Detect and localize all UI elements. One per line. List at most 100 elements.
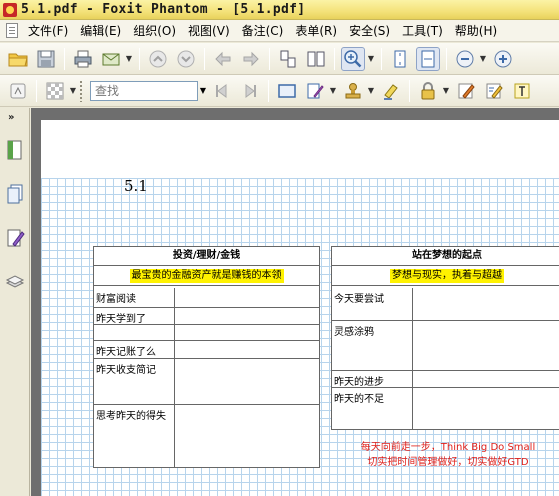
- secondary-toolbar: ▼ ▼ ▼ ▼ ▼: [0, 75, 559, 107]
- motto-line-2: 切实把时间管理做好，切实做好GTD: [367, 457, 529, 468]
- menu-view[interactable]: 视图(V): [182, 22, 236, 39]
- finance-table: 财富阅读 昨天学到了 昨天记账了么 昨天收支简记 思考昨天的得失: [94, 288, 319, 467]
- menu-comments[interactable]: 备注(C): [236, 22, 290, 39]
- typewriter-icon[interactable]: [510, 79, 534, 103]
- document-icon: [6, 23, 18, 38]
- pen-tool-icon[interactable]: [303, 79, 327, 103]
- motto-note: 每天向前走一步，Think Big Do Small 切实把时间管理做好，切实做…: [343, 440, 553, 470]
- menu-bar: 文件(F) 编辑(E) 组织(O) 视图(V) 备注(C) 表单(R) 安全(S…: [0, 20, 559, 42]
- expand-panel-icon[interactable]: »: [8, 112, 14, 123]
- finance-box-heading: 投资/理财/金钱: [94, 247, 319, 266]
- table-row: 昨天的进步: [332, 370, 559, 388]
- hand-tool-icon[interactable]: [6, 79, 30, 103]
- dream-box: 站在梦想的起点 梦想与现实，执着与超越 今天要尝试 灵感涂鸦 昨天的进步 昨天的…: [331, 246, 559, 430]
- table-row: 思考昨天的得失: [94, 404, 319, 422]
- zoom-in-icon[interactable]: [341, 46, 365, 71]
- menu-security[interactable]: 安全(S): [343, 22, 396, 39]
- dream-box-subtitle: 梦想与现实，执着与超越: [390, 268, 504, 283]
- toolbar-separator: [381, 47, 382, 70]
- toolbar-grip[interactable]: [79, 79, 83, 102]
- toolbar-separator: [204, 47, 205, 70]
- transparency-icon[interactable]: [43, 79, 67, 103]
- menu-help[interactable]: 帮助(H): [449, 22, 503, 39]
- toolbar-separator: [269, 47, 270, 70]
- text-box-icon[interactable]: [275, 79, 299, 103]
- row-label: 昨天记账了么: [96, 347, 156, 358]
- signatures-icon[interactable]: [3, 224, 27, 252]
- pages-thumbnail-icon[interactable]: [3, 180, 27, 208]
- go-back-icon[interactable]: [211, 47, 235, 71]
- pen-dropdown-icon[interactable]: ▼: [329, 79, 337, 103]
- row-label: 灵感涂鸦: [334, 327, 374, 338]
- find-previous-icon[interactable]: [210, 79, 234, 103]
- lock-dropdown-icon[interactable]: ▼: [442, 79, 450, 103]
- column-divider: [174, 288, 175, 467]
- title-bar: 5.1.pdf - Foxit Phantom - [5.1.pdf]: [0, 0, 559, 20]
- dream-table: 今天要尝试 灵感涂鸦 昨天的进步 昨天的不足: [332, 288, 559, 429]
- menu-organize[interactable]: 组织(O): [127, 22, 182, 39]
- table-row: 昨天的不足: [332, 387, 559, 405]
- row-label: 昨天收支简记: [96, 365, 156, 376]
- search-dropdown-icon[interactable]: ▼: [198, 81, 208, 101]
- stamp-dropdown-icon[interactable]: ▼: [367, 79, 375, 103]
- go-forward-icon[interactable]: [239, 47, 263, 71]
- zoom-out-icon[interactable]: [453, 47, 477, 71]
- page-title: 5.1: [124, 177, 148, 195]
- save-icon[interactable]: [34, 47, 58, 71]
- open-folder-icon[interactable]: [6, 47, 30, 71]
- row-label: 今天要尝试: [334, 294, 384, 305]
- row-label: 昨天学到了: [96, 314, 146, 325]
- single-page-icon[interactable]: [276, 47, 300, 71]
- toolbar-separator: [409, 79, 410, 102]
- finance-box: 投资/理财/金钱 最宝贵的金融资产就是赚钱的本领 财富阅读 昨天学到了 昨天记账…: [93, 246, 320, 468]
- bookmarks-icon[interactable]: [3, 136, 27, 164]
- dream-box-subtitle-row: 梦想与现实，执着与超越: [332, 266, 559, 286]
- menu-forms[interactable]: 表单(R): [289, 22, 343, 39]
- transparency-dropdown-icon[interactable]: ▼: [69, 79, 77, 103]
- stamp-icon[interactable]: [341, 79, 365, 103]
- lock-icon[interactable]: [416, 79, 440, 103]
- previous-page-icon[interactable]: [146, 47, 170, 71]
- toolbar-separator: [139, 47, 140, 70]
- next-page-icon[interactable]: [174, 47, 198, 71]
- row-label: 昨天的进步: [334, 377, 384, 388]
- foxit-app-icon: [3, 2, 17, 17]
- zoom-plus-icon[interactable]: [491, 47, 515, 71]
- zoom-out-dropdown-icon[interactable]: ▼: [479, 47, 487, 71]
- column-divider: [412, 288, 413, 429]
- edit-text-icon[interactable]: [482, 79, 506, 103]
- menu-file[interactable]: 文件(F): [22, 22, 74, 39]
- highlighter-icon[interactable]: [379, 79, 403, 103]
- email-dropdown-icon[interactable]: ▼: [125, 47, 133, 71]
- row-label: 昨天的不足: [334, 394, 384, 405]
- toolbar-separator: [64, 47, 65, 70]
- document-view[interactable]: 5.1 投资/理财/金钱 最宝贵的金融资产就是赚钱的本领 财富阅读 昨天学到了 …: [31, 108, 559, 496]
- fit-page-icon[interactable]: [388, 47, 412, 71]
- finance-box-subtitle: 最宝贵的金融资产就是赚钱的本领: [129, 268, 284, 283]
- row-label: 财富阅读: [96, 294, 136, 305]
- toolbar-separator: [36, 79, 37, 102]
- layers-icon[interactable]: [3, 268, 27, 296]
- two-page-icon[interactable]: [304, 47, 328, 71]
- toolbar-separator: [446, 47, 447, 70]
- fit-width-icon[interactable]: [416, 46, 440, 71]
- find-next-icon[interactable]: [238, 79, 262, 103]
- email-icon[interactable]: [99, 47, 123, 71]
- toolbar-separator: [268, 79, 269, 102]
- motto-line-1: 每天向前走一步，Think Big Do Small: [360, 442, 536, 453]
- menu-edit[interactable]: 编辑(E): [74, 22, 127, 39]
- zoom-dropdown-icon[interactable]: ▼: [367, 47, 375, 71]
- table-row: 昨天记账了么: [94, 340, 319, 358]
- print-icon[interactable]: [71, 47, 95, 71]
- finance-box-subtitle-row: 最宝贵的金融资产就是赚钱的本领: [94, 266, 319, 286]
- row-label: 思考昨天的得失: [96, 411, 166, 422]
- table-row: [94, 324, 319, 325]
- table-row: 昨天收支简记: [94, 358, 319, 376]
- window-title: 5.1.pdf - Foxit Phantom - [5.1.pdf]: [21, 2, 306, 17]
- pdf-page: 5.1 投资/理财/金钱 最宝贵的金融资产就是赚钱的本领 财富阅读 昨天学到了 …: [41, 120, 559, 496]
- edit-object-icon[interactable]: [454, 79, 478, 103]
- menu-tools[interactable]: 工具(T): [396, 22, 449, 39]
- search-input[interactable]: [90, 80, 198, 101]
- table-row: 昨天学到了: [94, 307, 319, 325]
- main-toolbar: ▼ ▼ ▼: [0, 43, 559, 75]
